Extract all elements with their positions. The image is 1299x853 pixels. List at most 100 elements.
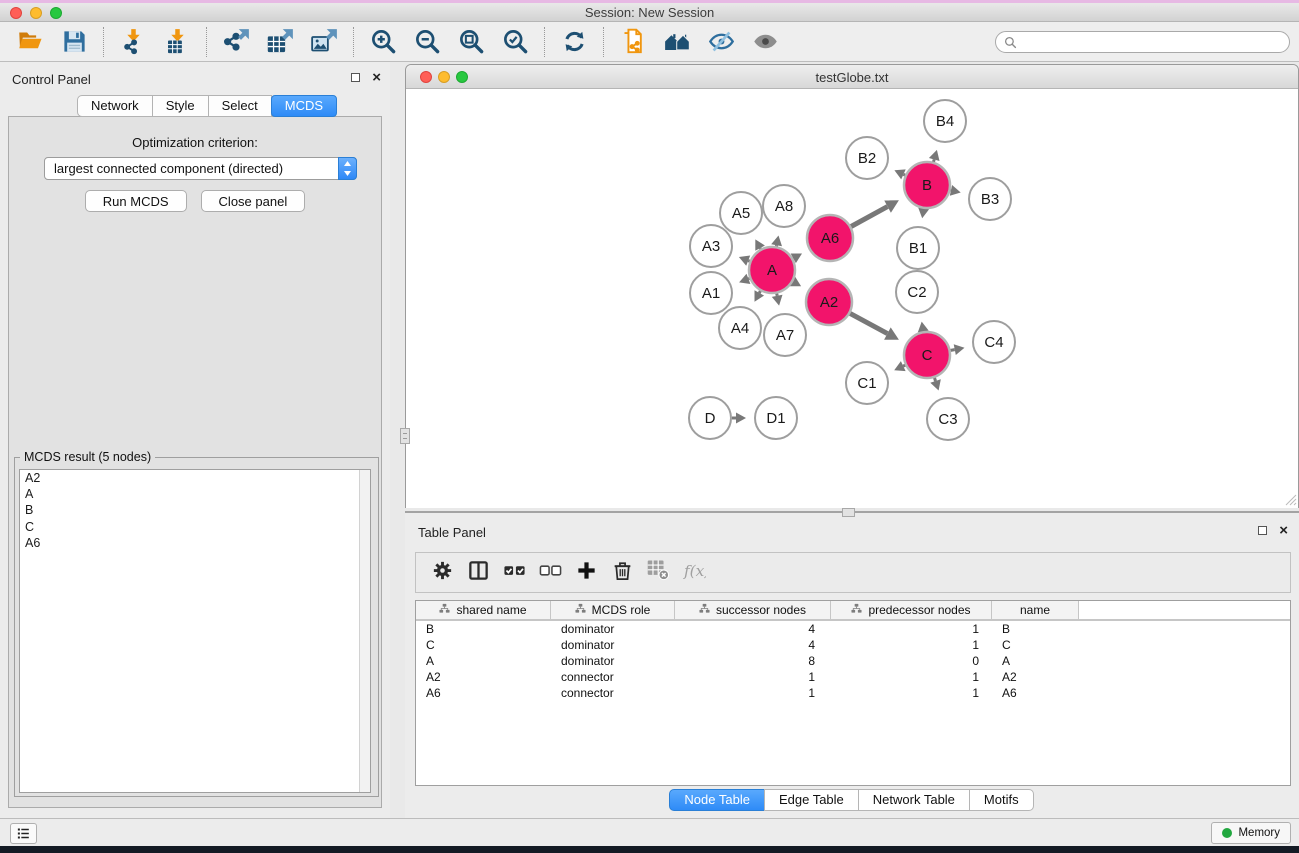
column-header-shared-name[interactable]: shared name (416, 601, 551, 619)
list-scrollbar[interactable] (359, 470, 370, 792)
cell-predecessor-nodes[interactable]: 0 (831, 654, 992, 668)
graph-node-A6[interactable]: A6 (807, 215, 853, 261)
import-table-button[interactable] (157, 25, 197, 59)
table-settings-button[interactable] (426, 556, 462, 590)
tab-motifs[interactable]: Motifs (969, 789, 1034, 811)
column-header-successor-nodes[interactable]: successor nodes (675, 601, 831, 619)
cell-predecessor-nodes[interactable]: 1 (831, 670, 992, 684)
graph-node-C1[interactable]: C1 (846, 362, 888, 404)
graph-node-D[interactable]: D (689, 397, 731, 439)
cell-mcds-role[interactable]: dominator (551, 638, 675, 652)
cell-successor-nodes[interactable]: 1 (675, 670, 831, 684)
mcds-result-item[interactable]: A2 (20, 470, 370, 486)
export-table-button[interactable] (260, 25, 300, 59)
export-network-button[interactable] (216, 25, 256, 59)
tab-network[interactable]: Network (77, 95, 153, 117)
close-table-panel-icon[interactable]: × (1279, 525, 1288, 536)
cell-name[interactable]: A (992, 654, 1079, 668)
cell-successor-nodes[interactable]: 4 (675, 622, 831, 636)
cell-shared-name[interactable]: A2 (416, 670, 551, 684)
new-network-from-selection-button[interactable] (613, 25, 653, 59)
zoom-in-button[interactable] (363, 25, 403, 59)
cell-predecessor-nodes[interactable]: 1 (831, 686, 992, 700)
float-panel-icon[interactable] (351, 73, 360, 82)
table-row[interactable]: Cdominator41C (416, 637, 1290, 653)
graph-node-C3[interactable]: C3 (927, 398, 969, 440)
graph-node-C4[interactable]: C4 (973, 321, 1015, 363)
show-all-columns-button[interactable] (498, 556, 534, 590)
mcds-result-item[interactable]: C (20, 519, 370, 535)
graph-node-B1[interactable]: B1 (897, 227, 939, 269)
open-file-button[interactable] (10, 25, 50, 59)
graph-node-A1[interactable]: A1 (690, 272, 732, 314)
graph-node-A2[interactable]: A2 (806, 279, 852, 325)
cell-mcds-role[interactable]: dominator (551, 654, 675, 668)
column-header-mcds-role[interactable]: MCDS role (551, 601, 675, 619)
cell-name[interactable]: A6 (992, 686, 1079, 700)
column-header-name[interactable]: name (992, 601, 1079, 619)
export-image-button[interactable] (304, 25, 344, 59)
tab-node-table[interactable]: Node Table (669, 789, 765, 811)
close-panel-icon[interactable]: × (372, 72, 381, 83)
cell-mcds-role[interactable]: connector (551, 686, 675, 700)
criterion-select[interactable]: largest connected component (directed) (44, 157, 357, 180)
float-table-panel-icon[interactable] (1258, 526, 1267, 535)
resize-grip-icon[interactable] (1285, 494, 1297, 506)
hide-all-columns-button[interactable] (534, 556, 570, 590)
graph-node-B4[interactable]: B4 (924, 100, 966, 142)
table-row[interactable]: Adominator80A (416, 653, 1290, 669)
tab-select[interactable]: Select (208, 95, 272, 117)
graph-node-A3[interactable]: A3 (690, 225, 732, 267)
cell-mcds-role[interactable]: connector (551, 670, 675, 684)
table-row[interactable]: A6connector11A6 (416, 685, 1290, 701)
cell-name[interactable]: C (992, 638, 1079, 652)
import-network-button[interactable] (113, 25, 153, 59)
tab-style[interactable]: Style (152, 95, 209, 117)
search-field[interactable] (995, 31, 1290, 53)
run-mcds-button[interactable]: Run MCDS (85, 190, 187, 212)
table-row[interactable]: A2connector11A2 (416, 669, 1290, 685)
tab-network-table[interactable]: Network Table (858, 789, 970, 811)
cell-successor-nodes[interactable]: 4 (675, 638, 831, 652)
mcds-result-item[interactable]: A (20, 486, 370, 502)
horizontal-divider-grip[interactable] (842, 508, 855, 517)
hide-selected-button[interactable] (701, 25, 741, 59)
cell-successor-nodes[interactable]: 8 (675, 654, 831, 668)
cell-predecessor-nodes[interactable]: 1 (831, 638, 992, 652)
cell-predecessor-nodes[interactable]: 1 (831, 622, 992, 636)
first-neighbors-button[interactable] (657, 25, 697, 59)
close-panel-button[interactable]: Close panel (201, 190, 306, 212)
cell-shared-name[interactable]: A (416, 654, 551, 668)
vertical-divider-grip[interactable] (400, 428, 410, 444)
cell-mcds-role[interactable]: dominator (551, 622, 675, 636)
graph-node-A[interactable]: A (749, 247, 795, 293)
save-session-button[interactable] (54, 25, 94, 59)
add-column-button[interactable] (570, 556, 606, 590)
graph-node-A5[interactable]: A5 (720, 192, 762, 234)
network-canvas[interactable]: AA1A2A3A4A5A6A7A8BB1B2B3B4CC1C2C3C4DD1 (406, 89, 1298, 508)
mcds-result-item[interactable]: B (20, 502, 370, 518)
cell-name[interactable]: B (992, 622, 1079, 636)
graph-node-C2[interactable]: C2 (896, 271, 938, 313)
column-visibility-button[interactable] (462, 556, 498, 590)
tab-mcds[interactable]: MCDS (271, 95, 337, 117)
table-row[interactable]: Bdominator41B (416, 621, 1290, 637)
mcds-result-list[interactable]: A2ABCA6 (19, 469, 371, 793)
zoom-fit-button[interactable] (451, 25, 491, 59)
search-input[interactable] (1022, 35, 1281, 49)
delete-column-button[interactable] (606, 556, 642, 590)
graph-node-A4[interactable]: A4 (719, 307, 761, 349)
cell-shared-name[interactable]: A6 (416, 686, 551, 700)
mcds-result-item[interactable]: A6 (20, 535, 370, 551)
graph-node-B[interactable]: B (904, 162, 950, 208)
memory-button[interactable]: Memory (1211, 822, 1291, 844)
graph-node-B3[interactable]: B3 (969, 178, 1011, 220)
zoom-out-button[interactable] (407, 25, 447, 59)
zoom-selected-button[interactable] (495, 25, 535, 59)
refresh-button[interactable] (554, 25, 594, 59)
graph-node-A8[interactable]: A8 (763, 185, 805, 227)
graph-node-B2[interactable]: B2 (846, 137, 888, 179)
graph-node-C[interactable]: C (904, 332, 950, 378)
column-header-predecessor-nodes[interactable]: predecessor nodes (831, 601, 992, 619)
task-history-button[interactable] (10, 823, 37, 844)
